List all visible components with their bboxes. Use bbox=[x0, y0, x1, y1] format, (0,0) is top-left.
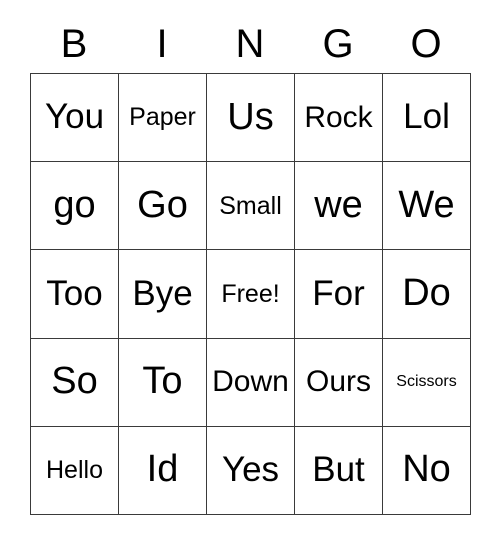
bingo-cell[interactable]: Do bbox=[383, 250, 471, 339]
bingo-grid: You Paper Us Rock Lol go Go Small we We Too Bye Free… bbox=[30, 73, 471, 515]
bingo-cell[interactable]: You bbox=[31, 74, 119, 163]
bingo-cell-label: Ours bbox=[305, 365, 371, 399]
bingo-cell-label: You bbox=[44, 97, 105, 137]
bingo-cell-label: Down bbox=[212, 365, 289, 399]
bingo-cell[interactable]: Paper bbox=[119, 74, 207, 163]
bingo-cell-label: go bbox=[53, 183, 96, 226]
bingo-cell[interactable]: Down bbox=[207, 338, 295, 427]
bingo-cell[interactable]: Too bbox=[31, 250, 119, 339]
bingo-cell[interactable]: To bbox=[119, 338, 207, 427]
bingo-cell-label: Id bbox=[146, 448, 179, 491]
bingo-cell-label: No bbox=[402, 448, 451, 491]
bingo-cell-label: To bbox=[142, 360, 183, 403]
bingo-cell[interactable]: Small bbox=[207, 162, 295, 251]
bingo-cell[interactable]: Rock bbox=[295, 74, 383, 163]
bingo-cell[interactable]: So bbox=[31, 338, 119, 427]
bingo-cell-label: We bbox=[398, 183, 455, 226]
bingo-cell-label: But bbox=[312, 449, 365, 489]
bingo-cell-label: For bbox=[312, 273, 365, 313]
bingo-cell[interactable]: We bbox=[383, 162, 471, 251]
bingo-cell[interactable]: Scissors bbox=[383, 338, 471, 427]
bingo-cell-label: Paper bbox=[129, 103, 196, 132]
header-letter-n: N bbox=[235, 22, 265, 66]
header-letter-i: I bbox=[156, 22, 168, 66]
bingo-cell-label: Lol bbox=[403, 97, 450, 137]
bingo-cell[interactable]: Hello bbox=[31, 426, 119, 515]
bingo-cell[interactable]: go bbox=[31, 162, 119, 251]
bingo-cell[interactable]: Bye bbox=[119, 250, 207, 339]
bingo-cell[interactable]: Yes bbox=[207, 426, 295, 515]
bingo-cell[interactable]: Us bbox=[207, 74, 295, 163]
bingo-cell-label: Go bbox=[137, 183, 188, 226]
bingo-cell-label: Free! bbox=[221, 279, 280, 308]
bingo-cell[interactable]: Go bbox=[119, 162, 207, 251]
bingo-cell[interactable]: No bbox=[383, 426, 471, 515]
bingo-cell-label: Yes bbox=[221, 449, 280, 489]
bingo-cell[interactable]: But bbox=[295, 426, 383, 515]
bingo-header: B I N G O bbox=[30, 0, 470, 73]
bingo-cell[interactable]: Free! bbox=[207, 250, 295, 339]
bingo-cell-label: Small bbox=[219, 191, 282, 220]
bingo-card: B I N G O You Paper Us Rock Lol go Go Small we We… bbox=[30, 0, 471, 544]
bingo-cell-label: Rock bbox=[304, 100, 373, 134]
bingo-cell[interactable]: we bbox=[295, 162, 383, 251]
bingo-cell-label: Hello bbox=[46, 456, 103, 485]
bingo-cell[interactable]: Lol bbox=[383, 74, 471, 163]
bingo-cell-label: Do bbox=[402, 272, 451, 315]
bingo-cell-label: Scissors bbox=[396, 372, 457, 390]
bingo-cell-label: Bye bbox=[132, 273, 193, 313]
header-letter-o: O bbox=[410, 22, 442, 66]
bingo-cell-label: Too bbox=[46, 273, 103, 313]
bingo-cell-label: Us bbox=[227, 95, 274, 138]
bingo-cell[interactable]: For bbox=[295, 250, 383, 339]
bingo-cell-label: we bbox=[314, 183, 363, 226]
bingo-cell-label: So bbox=[51, 360, 98, 403]
bingo-cell[interactable]: Ours bbox=[295, 338, 383, 427]
header-letter-b: B bbox=[60, 22, 88, 66]
bingo-cell[interactable]: Id bbox=[119, 426, 207, 515]
header-letter-g: G bbox=[322, 22, 354, 66]
